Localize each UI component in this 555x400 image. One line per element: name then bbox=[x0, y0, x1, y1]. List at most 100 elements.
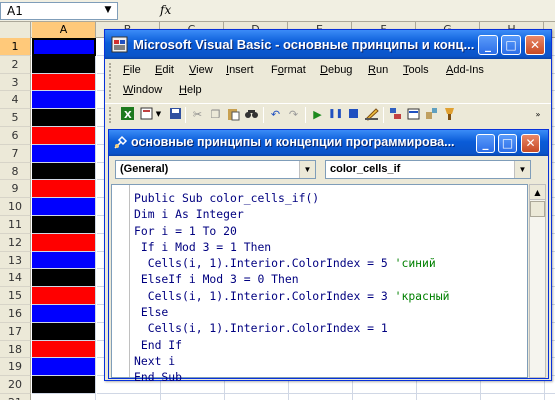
view-excel-icon[interactable]: X bbox=[119, 106, 136, 123]
menu-file[interactable]: File bbox=[123, 64, 141, 76]
code-line[interactable]: End If bbox=[134, 337, 449, 353]
code-maximize-button[interactable]: □ bbox=[498, 134, 517, 153]
fx-icon[interactable]: fx bbox=[160, 3, 171, 17]
cell-a[interactable] bbox=[32, 322, 96, 341]
code-line[interactable]: ElseIf i Mod 3 = 0 Then bbox=[134, 271, 449, 287]
row-header[interactable]: 18 bbox=[0, 340, 31, 359]
cell-a[interactable] bbox=[32, 269, 96, 288]
object-combobox[interactable]: (General) ▼ bbox=[115, 160, 316, 179]
code-line[interactable]: For i = 1 To 20 bbox=[134, 223, 449, 239]
menu-insert[interactable]: Insert bbox=[226, 64, 254, 76]
select-all-corner[interactable] bbox=[0, 22, 31, 38]
insert-module-icon[interactable] bbox=[138, 106, 155, 123]
code-close-button[interactable]: ✕ bbox=[521, 134, 540, 153]
row-header[interactable]: 7 bbox=[0, 144, 31, 163]
properties-window-icon[interactable] bbox=[405, 106, 422, 123]
cell-a[interactable] bbox=[32, 91, 96, 110]
redo-icon[interactable]: ↷ bbox=[285, 106, 302, 123]
menu-debug[interactable]: Debug bbox=[320, 64, 352, 76]
cell-a[interactable] bbox=[32, 305, 96, 323]
row-header[interactable]: 17 bbox=[0, 322, 31, 341]
find-icon[interactable] bbox=[243, 106, 260, 123]
cell-a[interactable] bbox=[32, 358, 96, 377]
cell-a[interactable] bbox=[32, 162, 96, 181]
menu-add-ins[interactable]: Add-Ins bbox=[446, 64, 484, 76]
row-header[interactable]: 21 bbox=[0, 394, 31, 400]
code-vertical-scrollbar[interactable]: ▲ bbox=[529, 184, 546, 378]
design-mode-icon[interactable] bbox=[363, 106, 380, 123]
undo-icon[interactable]: ↶ bbox=[267, 106, 284, 123]
toolbar-grip-icon[interactable] bbox=[109, 107, 112, 123]
code-line[interactable]: End Sub bbox=[134, 369, 449, 385]
row-header[interactable]: 14 bbox=[0, 269, 31, 288]
menu-help[interactable]: Help bbox=[179, 84, 202, 96]
row-header[interactable]: 6 bbox=[0, 127, 31, 145]
object-browser-icon[interactable] bbox=[423, 106, 440, 123]
code-line[interactable]: Cells(i, 1).Interior.ColorIndex = 5 'син… bbox=[134, 255, 449, 271]
cell-a[interactable] bbox=[32, 180, 96, 199]
cell-a[interactable] bbox=[32, 198, 96, 216]
toolbox-icon[interactable] bbox=[441, 106, 458, 123]
row-header[interactable]: 2 bbox=[0, 55, 31, 74]
cell-a[interactable] bbox=[32, 55, 96, 74]
code-line[interactable]: Else bbox=[134, 304, 449, 320]
menu-view[interactable]: View bbox=[189, 64, 213, 76]
code-line[interactable]: Public Sub color_cells_if() bbox=[134, 190, 449, 206]
row-header[interactable]: 12 bbox=[0, 233, 31, 252]
code-minimize-button[interactable]: _ bbox=[476, 134, 495, 153]
row-header[interactable]: 3 bbox=[0, 73, 31, 92]
row-header[interactable]: 15 bbox=[0, 287, 31, 305]
minimize-button[interactable]: _ bbox=[478, 35, 498, 55]
menu-edit[interactable]: Edit bbox=[155, 64, 174, 76]
cell-a[interactable] bbox=[32, 340, 96, 359]
toolbar-overflow-icon[interactable]: » bbox=[533, 106, 543, 123]
cell-a[interactable] bbox=[32, 394, 96, 400]
cell-a[interactable] bbox=[32, 233, 96, 252]
cell-a[interactable] bbox=[32, 287, 96, 305]
run-icon[interactable]: ▶ bbox=[309, 106, 326, 123]
row-header[interactable]: 19 bbox=[0, 358, 31, 377]
chevron-down-icon[interactable]: ▼ bbox=[299, 161, 315, 178]
row-header[interactable]: 13 bbox=[0, 251, 31, 270]
row-header[interactable]: 8 bbox=[0, 162, 31, 181]
code-line[interactable]: Cells(i, 1).Interior.ColorIndex = 1 bbox=[134, 320, 449, 336]
insert-dropdown-icon[interactable]: ▼ bbox=[154, 106, 163, 123]
code-editor[interactable]: Public Sub color_cells_if() Dim i As Inte… bbox=[111, 184, 528, 384]
scroll-thumb[interactable] bbox=[530, 201, 545, 217]
menu-window[interactable]: Window bbox=[123, 84, 162, 96]
row-header[interactable]: 11 bbox=[0, 216, 31, 234]
cell-a[interactable] bbox=[32, 144, 96, 163]
name-box-dropdown-icon[interactable]: ▼ bbox=[100, 2, 116, 18]
code-margin-indicator-bar[interactable] bbox=[112, 185, 130, 377]
menu-format[interactable]: Format bbox=[271, 64, 306, 76]
cell-a[interactable] bbox=[32, 73, 96, 92]
chevron-down-icon[interactable]: ▼ bbox=[514, 161, 530, 178]
code-line[interactable]: Dim i As Integer bbox=[134, 206, 449, 222]
vbe-titlebar[interactable]: Microsoft Visual Basic - основные принци… bbox=[105, 30, 551, 59]
menu-grip-icon[interactable] bbox=[109, 83, 112, 99]
code-line[interactable]: If i Mod 3 = 1 Then bbox=[134, 239, 449, 255]
menu-run[interactable]: Run bbox=[368, 64, 388, 76]
row-header[interactable]: 16 bbox=[0, 305, 31, 323]
reset-icon[interactable] bbox=[345, 106, 362, 123]
cut-icon[interactable]: ✂ bbox=[189, 106, 206, 123]
procedure-combobox[interactable]: color_cells_if ▼ bbox=[325, 160, 531, 179]
maximize-button[interactable]: □ bbox=[501, 35, 521, 55]
row-header[interactable]: 5 bbox=[0, 109, 31, 127]
row-header[interactable]: 10 bbox=[0, 198, 31, 216]
row-header[interactable]: 9 bbox=[0, 180, 31, 199]
copy-icon[interactable]: ❐ bbox=[207, 106, 224, 123]
project-explorer-icon[interactable] bbox=[387, 106, 404, 123]
row-header[interactable]: 4 bbox=[0, 91, 31, 110]
code-line[interactable]: Cells(i, 1).Interior.ColorIndex = 3 'кра… bbox=[134, 288, 450, 304]
save-icon[interactable] bbox=[167, 106, 184, 123]
cell-a[interactable] bbox=[32, 127, 96, 145]
menu-tools[interactable]: Tools bbox=[403, 64, 429, 76]
row-header[interactable]: 1 bbox=[0, 38, 31, 56]
cell-a[interactable] bbox=[32, 251, 96, 270]
code-window-titlebar[interactable]: основные принципы и концепции программир… bbox=[109, 130, 548, 156]
cell-a[interactable] bbox=[32, 216, 96, 234]
menu-grip-icon[interactable] bbox=[109, 63, 112, 79]
scroll-up-icon[interactable]: ▲ bbox=[530, 185, 545, 200]
cell-a[interactable] bbox=[32, 109, 96, 127]
